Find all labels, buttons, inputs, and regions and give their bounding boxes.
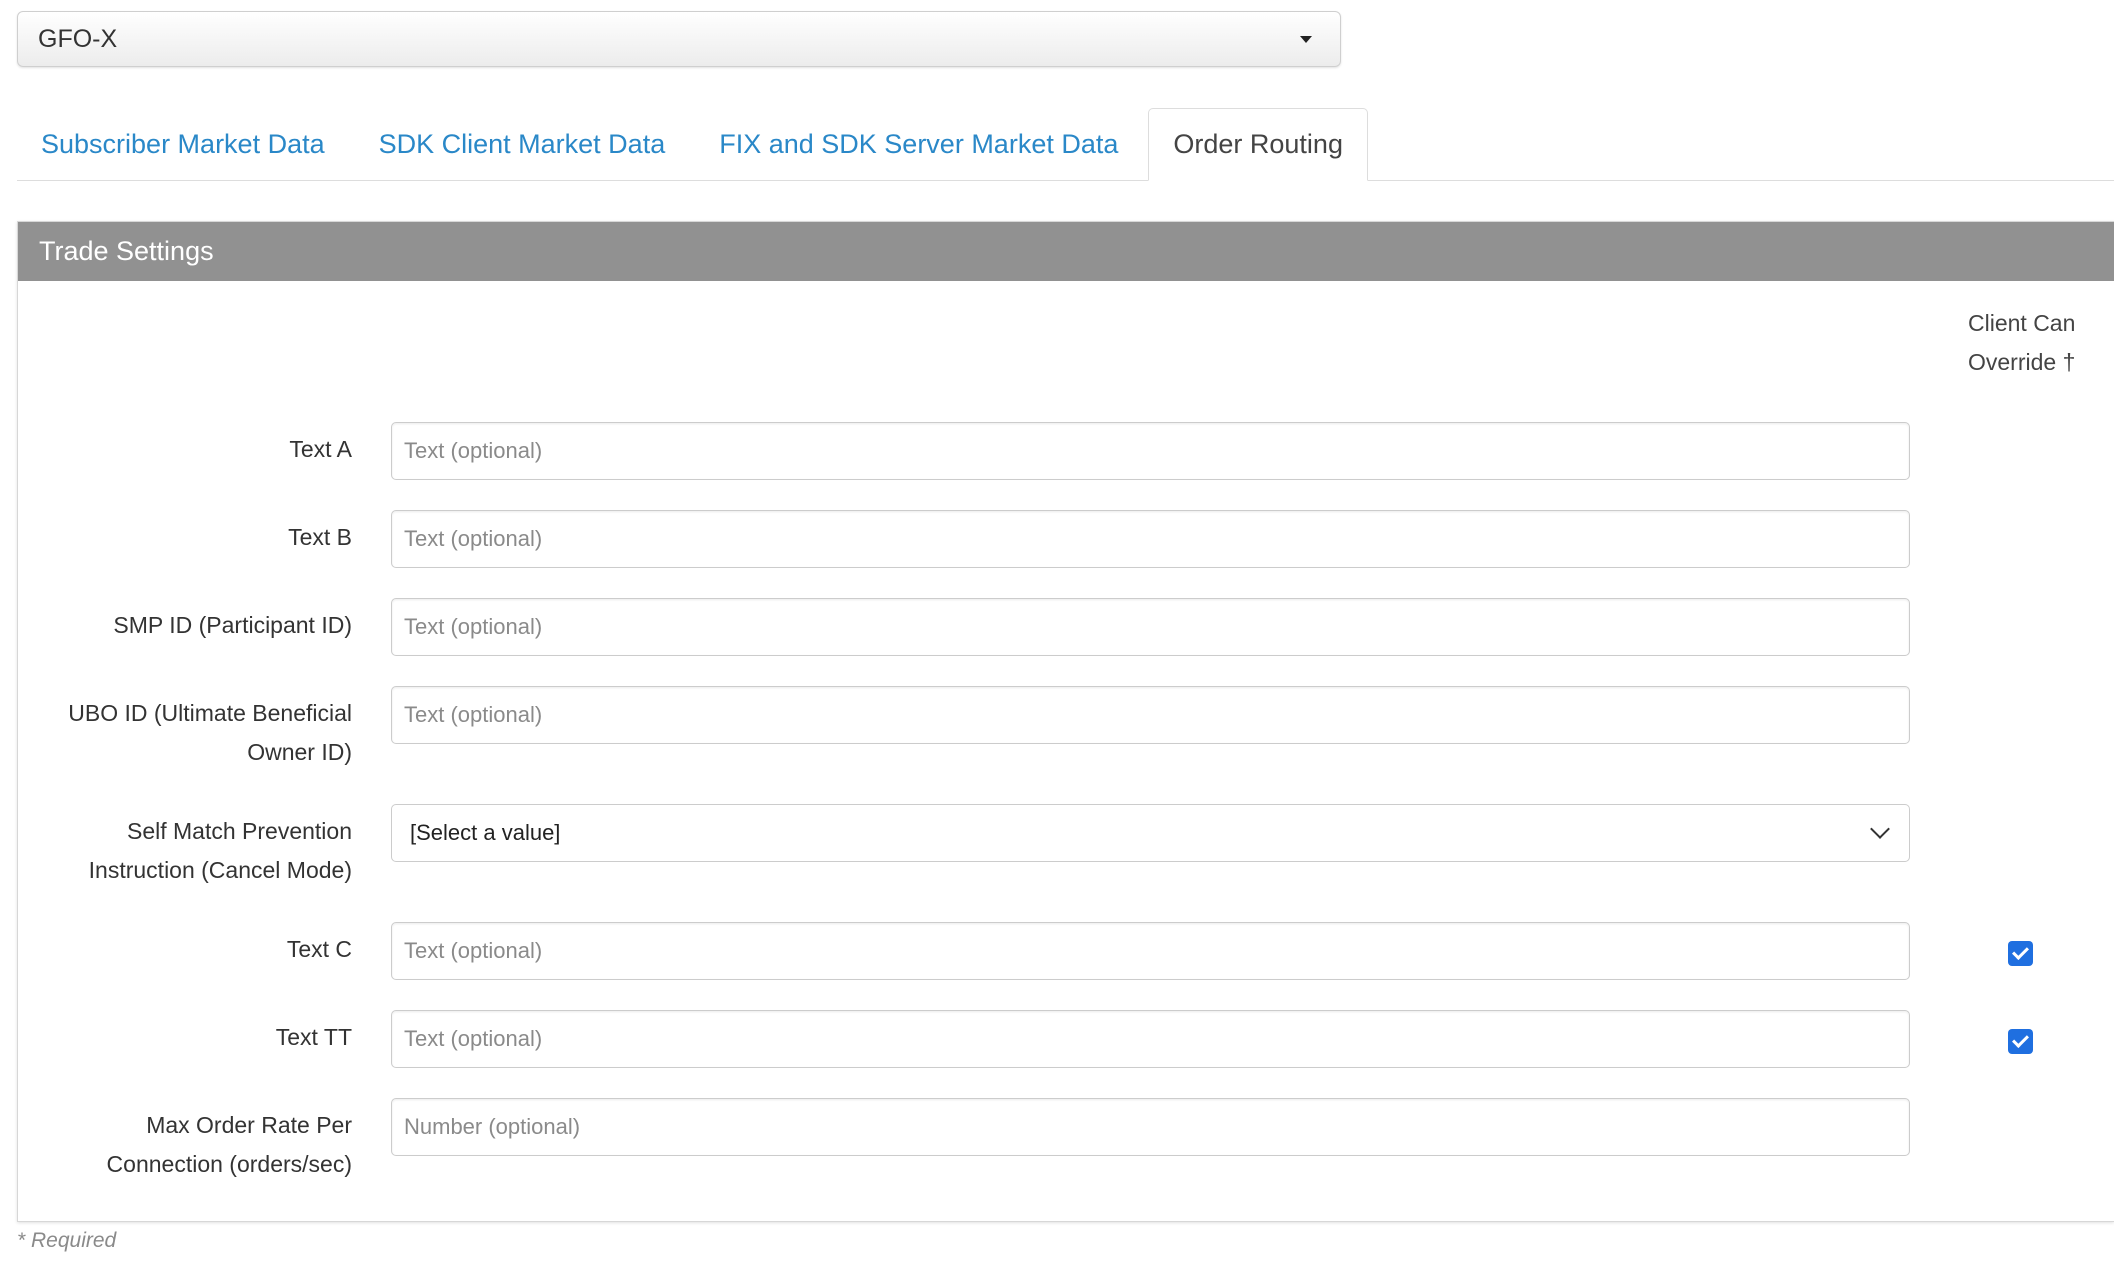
tab-order-routing[interactable]: Order Routing (1148, 108, 1368, 181)
field-label-self-match-prevention: Self Match Prevention Instruction (Cance… (32, 812, 352, 890)
client-can-override-header: Client Can Override † (1968, 304, 2108, 382)
caret-down-icon (1300, 35, 1312, 43)
field-label-text-b: Text B (288, 524, 352, 550)
text-tt-input[interactable] (391, 1010, 1910, 1068)
text-c-override-checkbox[interactable] (2008, 941, 2033, 966)
field-label-self-match-prevention-line1: Self Match Prevention (126, 818, 352, 844)
tab-sdk-client-market-data[interactable]: SDK Client Market Data (355, 108, 690, 180)
trade-settings-panel: Trade Settings Client Can Override † Tex… (17, 221, 2114, 1222)
text-c-input[interactable] (391, 922, 1910, 980)
chevron-down-icon (1870, 819, 1890, 839)
tab-subscriber-market-data[interactable]: Subscriber Market Data (17, 108, 349, 180)
exchange-dropdown[interactable]: GFO-X (17, 11, 1341, 67)
field-label-text-tt: Text TT (275, 1024, 352, 1050)
max-order-rate-input[interactable] (391, 1098, 1910, 1156)
field-label-max-order-rate-line2: Connection (orders/sec) (106, 1151, 352, 1177)
field-label-max-order-rate: Max Order Rate Per Connection (orders/se… (32, 1106, 352, 1184)
exchange-dropdown-value: GFO-X (38, 24, 118, 53)
text-b-input[interactable] (391, 510, 1910, 568)
self-match-prevention-select-value: [Select a value] (410, 820, 561, 845)
field-label-ubo-id-line1: UBO ID (Ultimate Beneficial (68, 700, 352, 726)
text-tt-override-checkbox[interactable] (2008, 1029, 2033, 1054)
required-note: * Required (17, 1229, 117, 1252)
field-label-ubo-id: UBO ID (Ultimate Beneficial Owner ID) (32, 694, 352, 772)
smp-id-input[interactable] (391, 598, 1910, 656)
app-root: GFO-X Subscriber Market Data SDK Client … (0, 0, 2114, 1276)
self-match-prevention-select[interactable]: [Select a value] (391, 804, 1910, 862)
field-label-text-c: Text C (286, 936, 352, 962)
text-a-input[interactable] (391, 422, 1910, 480)
field-label-self-match-prevention-line2: Instruction (Cancel Mode) (88, 857, 352, 883)
tab-bar: Subscriber Market Data SDK Client Market… (17, 108, 2114, 181)
panel-title: Trade Settings (18, 222, 2114, 281)
field-label-text-a: Text A (289, 436, 352, 462)
override-header-line2: Override † (1968, 349, 2076, 375)
tab-fix-and-sdk-server-market-data[interactable]: FIX and SDK Server Market Data (695, 108, 1142, 180)
field-label-max-order-rate-line1: Max Order Rate Per (146, 1112, 352, 1138)
field-label-ubo-id-line2: Owner ID) (247, 739, 352, 765)
ubo-id-input[interactable] (391, 686, 1910, 744)
override-header-line1: Client Can (1968, 310, 2076, 336)
field-label-smp-id: SMP ID (Participant ID) (113, 612, 352, 638)
